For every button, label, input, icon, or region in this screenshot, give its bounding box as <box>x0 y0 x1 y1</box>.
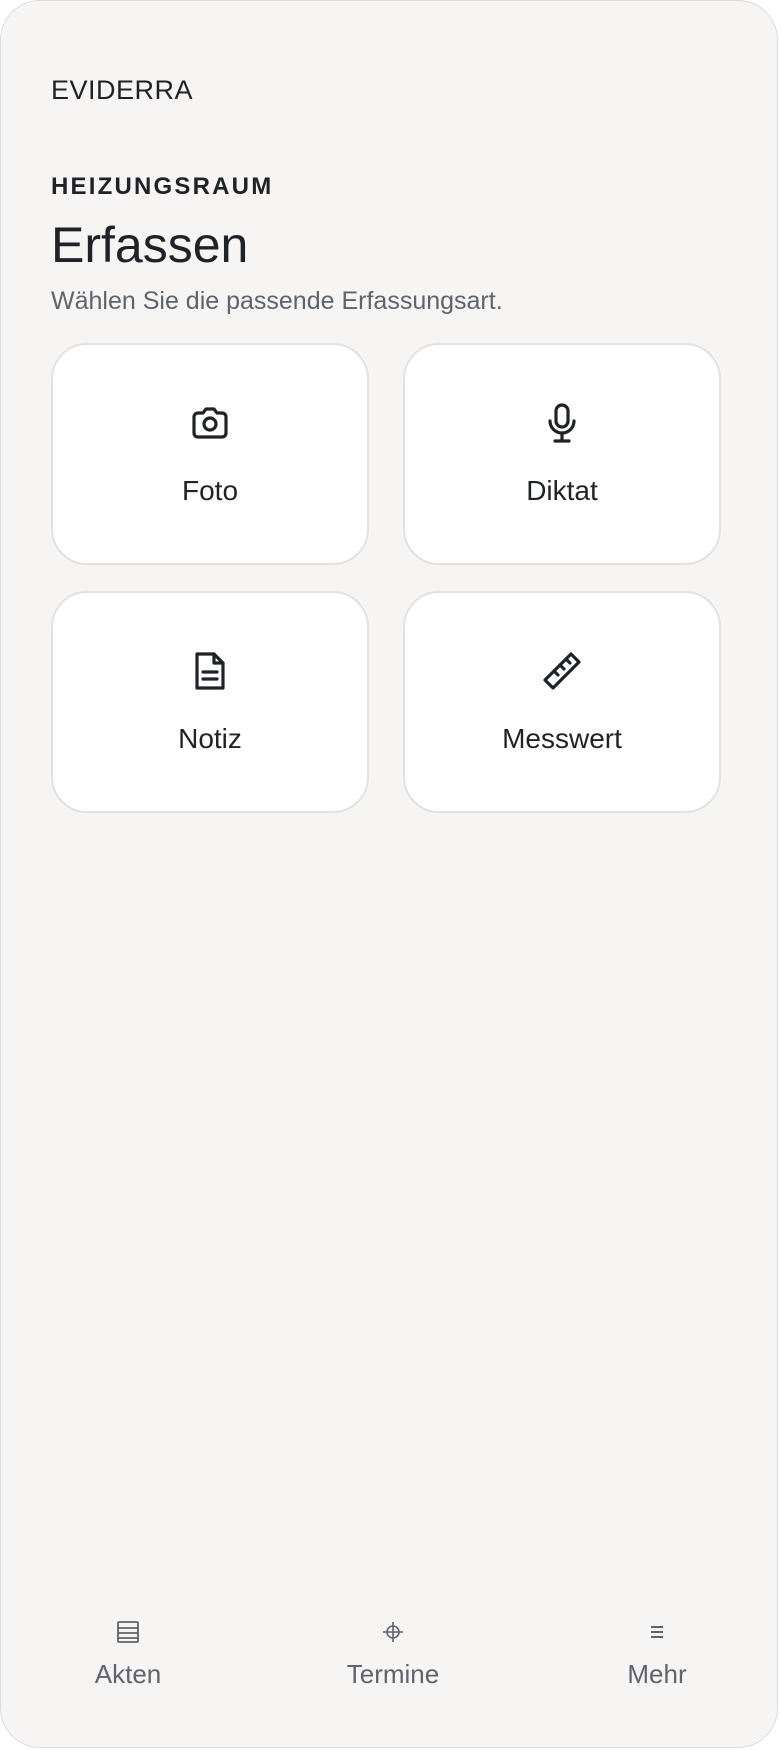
document-icon <box>188 649 232 693</box>
bottom-navigation: Akten Termine Mehr <box>1 1601 777 1711</box>
nav-item-akten[interactable]: Akten <box>28 1601 228 1701</box>
section-label: HEIZUNGSRAUM <box>51 173 274 200</box>
nav-label-mehr: Mehr <box>627 1659 687 1689</box>
microphone-icon <box>540 401 584 445</box>
app-screen: EVIDERRA HEIZUNGSRAUM Erfassen Wählen Si… <box>0 0 778 1748</box>
capture-photo-label: Foto <box>181 475 239 506</box>
menu-icon <box>644 1619 670 1645</box>
capture-note-label: Notiz <box>178 723 242 754</box>
page-subtitle: Wählen Sie die passende Erfassungsart. <box>51 287 503 315</box>
capture-dictation-button[interactable]: Diktat <box>403 343 721 565</box>
page-title: Erfassen <box>51 217 249 273</box>
capture-measurement-button[interactable]: Messwert <box>403 591 721 813</box>
capture-note-button[interactable]: Notiz <box>51 591 369 813</box>
capture-measurement-label: Messwert <box>502 723 622 754</box>
crosshair-icon <box>380 1619 406 1645</box>
nav-item-termine[interactable]: Termine <box>293 1601 493 1701</box>
nav-label-akten: Akten <box>94 1659 162 1689</box>
files-icon <box>115 1619 141 1645</box>
capture-dictation-label: Diktat <box>526 475 598 506</box>
ruler-icon <box>540 649 584 693</box>
capture-photo-button[interactable]: Foto <box>51 343 369 565</box>
brand-logo: EVIDERRA <box>51 75 194 105</box>
nav-item-mehr[interactable]: Mehr <box>557 1601 757 1701</box>
camera-icon <box>188 401 232 445</box>
nav-label-termine: Termine <box>346 1659 440 1689</box>
